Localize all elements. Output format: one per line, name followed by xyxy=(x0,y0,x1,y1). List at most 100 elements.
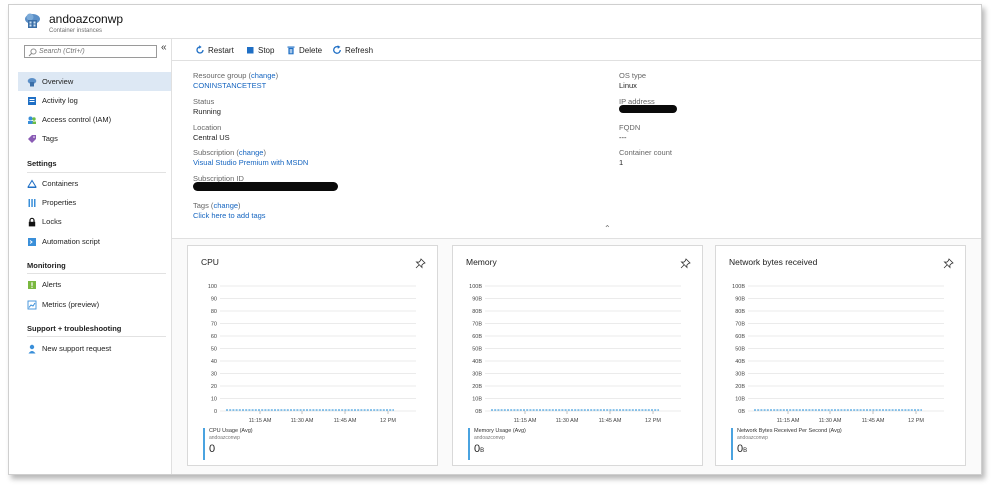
subscription-change-link[interactable]: change xyxy=(239,148,264,157)
metrics-icon xyxy=(27,300,37,310)
sidebar-item-overview[interactable]: Overview xyxy=(18,72,171,91)
x-tick-label: 11:30 AM xyxy=(819,418,842,424)
sidebar-item-new-support-request[interactable]: New support request xyxy=(18,339,171,358)
sidebar-item-metrics[interactable]: Metrics (preview) xyxy=(18,295,171,314)
sidebar-item-label: Tags xyxy=(42,134,58,143)
memory-line-chart: 100B 90B 80B 70B 60B 50B 40B 30B 20B 10B 0B 11:15 A… xyxy=(469,284,681,424)
y-tick-label: 50 xyxy=(211,347,217,353)
y-tick-label: 60B xyxy=(472,334,482,340)
y-tick-label: 10 xyxy=(211,397,217,403)
stop-icon xyxy=(247,47,254,54)
collapse-sidebar-button[interactable]: « xyxy=(161,42,167,53)
sidebar-item-label: Overview xyxy=(42,77,74,86)
y-tick-label: 0B xyxy=(738,409,745,415)
properties-icon xyxy=(28,199,36,207)
add-tags-link[interactable]: Click here to add tags xyxy=(193,211,266,220)
sidebar-item-label: Activity log xyxy=(42,96,78,105)
sidebar-item-automation-script[interactable]: Automation script xyxy=(18,232,171,251)
location-value: Central US xyxy=(193,133,230,142)
chart-title: CPU xyxy=(201,257,219,267)
series-name: CPU Usage (Avg) xyxy=(209,428,253,434)
y-tick-label: 20 xyxy=(211,384,217,390)
memory-chart-card[interactable]: Memory 100B 90B 80B 70B 60B 50B 40B 30B 20B 10B 0B… xyxy=(452,245,703,466)
container-count-label: Container count xyxy=(619,148,672,157)
restart-icon xyxy=(196,45,204,54)
x-tick-label: 12 PM xyxy=(380,418,396,424)
resource-header: andoazconwp Container instances xyxy=(9,5,981,39)
tags-label: Tags (change) xyxy=(193,201,241,210)
support-icon xyxy=(28,344,36,354)
y-tick-label: 0B xyxy=(475,409,482,415)
people-icon xyxy=(28,116,36,124)
pin-icon[interactable] xyxy=(415,258,426,269)
series-resource: andoazconwp xyxy=(209,435,240,441)
sidebar-item-alerts[interactable]: Alerts xyxy=(18,275,171,294)
series-resource: andoazconwp xyxy=(737,435,768,441)
pin-icon[interactable] xyxy=(943,258,954,269)
y-tick-label: 90B xyxy=(472,297,482,303)
y-tick-label: 10B xyxy=(735,397,745,403)
y-tick-label: 100B xyxy=(469,284,482,290)
portal-window: andoazconwp Container instances « Overvi… xyxy=(8,4,982,475)
alert-icon xyxy=(28,281,36,289)
divider xyxy=(27,273,166,274)
y-tick-label: 50B xyxy=(735,347,745,353)
resource-group-change-link[interactable]: change xyxy=(251,71,276,80)
y-tick-label: 100B xyxy=(732,284,745,290)
y-tick-label: 20B xyxy=(735,384,745,390)
x-tick-label: 12 PM xyxy=(645,418,661,424)
sidebar-item-properties[interactable]: Properties xyxy=(18,193,171,212)
sidebar-item-label: Alerts xyxy=(42,280,62,289)
containers-icon xyxy=(27,179,37,188)
tag-icon xyxy=(28,135,36,143)
chart-legend: Memory Usage (Avg) andoazconwp 0B xyxy=(468,428,668,460)
sidebar: « Overview Activity log Access control (… xyxy=(9,39,172,474)
search-box[interactable] xyxy=(24,45,157,58)
y-tick-label: 70B xyxy=(472,322,482,328)
network-line-chart: 100B 90B 80B 70B 60B 50B 40B 30B 20B 10B 0B 11:15 A… xyxy=(732,284,944,424)
series-summary-value: 0 xyxy=(209,443,216,455)
x-tick-label: 11:15 AM xyxy=(777,418,800,424)
y-tick-label: 30 xyxy=(211,372,217,378)
section-support: Support + troubleshooting xyxy=(27,324,122,333)
x-tick-label: 11:45 AM xyxy=(334,418,357,424)
y-tick-label: 60 xyxy=(211,334,217,340)
x-tick-label: 11:15 AM xyxy=(249,418,272,424)
network-chart-card[interactable]: Network bytes received 100B 90B 80B 70B 60B 5… xyxy=(715,245,966,466)
y-tick-label: 10B xyxy=(472,397,482,403)
y-tick-label: 90B xyxy=(735,297,745,303)
chart-legend: Network Bytes Received Per Second (Avg) … xyxy=(731,428,931,460)
sidebar-item-tags[interactable]: Tags xyxy=(18,129,171,148)
subscription-value-link[interactable]: Visual Studio Premium with MSDN xyxy=(193,158,308,167)
x-tick-label: 11:30 AM xyxy=(556,418,579,424)
resource-group-value-link[interactable]: CONINSTANCETEST xyxy=(193,81,266,90)
lock-icon xyxy=(28,217,36,227)
sidebar-item-locks[interactable]: Locks xyxy=(18,212,171,231)
search-input[interactable] xyxy=(39,46,154,57)
series-summary-value: 0B xyxy=(474,443,485,455)
divider xyxy=(27,336,166,337)
y-tick-label: 60B xyxy=(735,334,745,340)
location-label: Location xyxy=(193,123,222,132)
pin-icon[interactable] xyxy=(680,258,691,269)
sidebar-item-access-control[interactable]: Access control (IAM) xyxy=(18,110,171,129)
section-settings: Settings xyxy=(27,159,57,168)
series-resource: andoazconwp xyxy=(474,435,505,441)
sidebar-item-containers[interactable]: Containers xyxy=(18,174,171,193)
y-tick-label: 90 xyxy=(211,297,217,303)
tags-change-link[interactable]: change xyxy=(213,201,238,210)
fqdn-value: --- xyxy=(619,133,627,142)
sidebar-item-activity-log[interactable]: Activity log xyxy=(18,91,171,110)
status-label: Status xyxy=(193,97,215,106)
script-icon xyxy=(28,238,36,246)
sidebar-item-label: Automation script xyxy=(42,237,100,246)
chart-legend: CPU Usage (Avg) andoazconwp 0 xyxy=(203,428,403,460)
sidebar-item-label: Access control (IAM) xyxy=(42,115,112,124)
cpu-chart-card[interactable]: CPU 100 90 80 70 60 50 40 30 20 10 0 11:15 AM 11:30 … xyxy=(187,245,438,466)
x-tick-label: 11:15 AM xyxy=(514,418,537,424)
x-tick-label: 11:30 AM xyxy=(291,418,314,424)
cpu-line-chart: 100908070605040302010011:15 AM 11:30 AM 11… xyxy=(208,284,416,424)
y-tick-label: 100 xyxy=(208,284,217,290)
collapse-essentials-chevron-icon[interactable]: ⌃ xyxy=(604,224,611,233)
chart-title: Network bytes received xyxy=(729,257,818,267)
